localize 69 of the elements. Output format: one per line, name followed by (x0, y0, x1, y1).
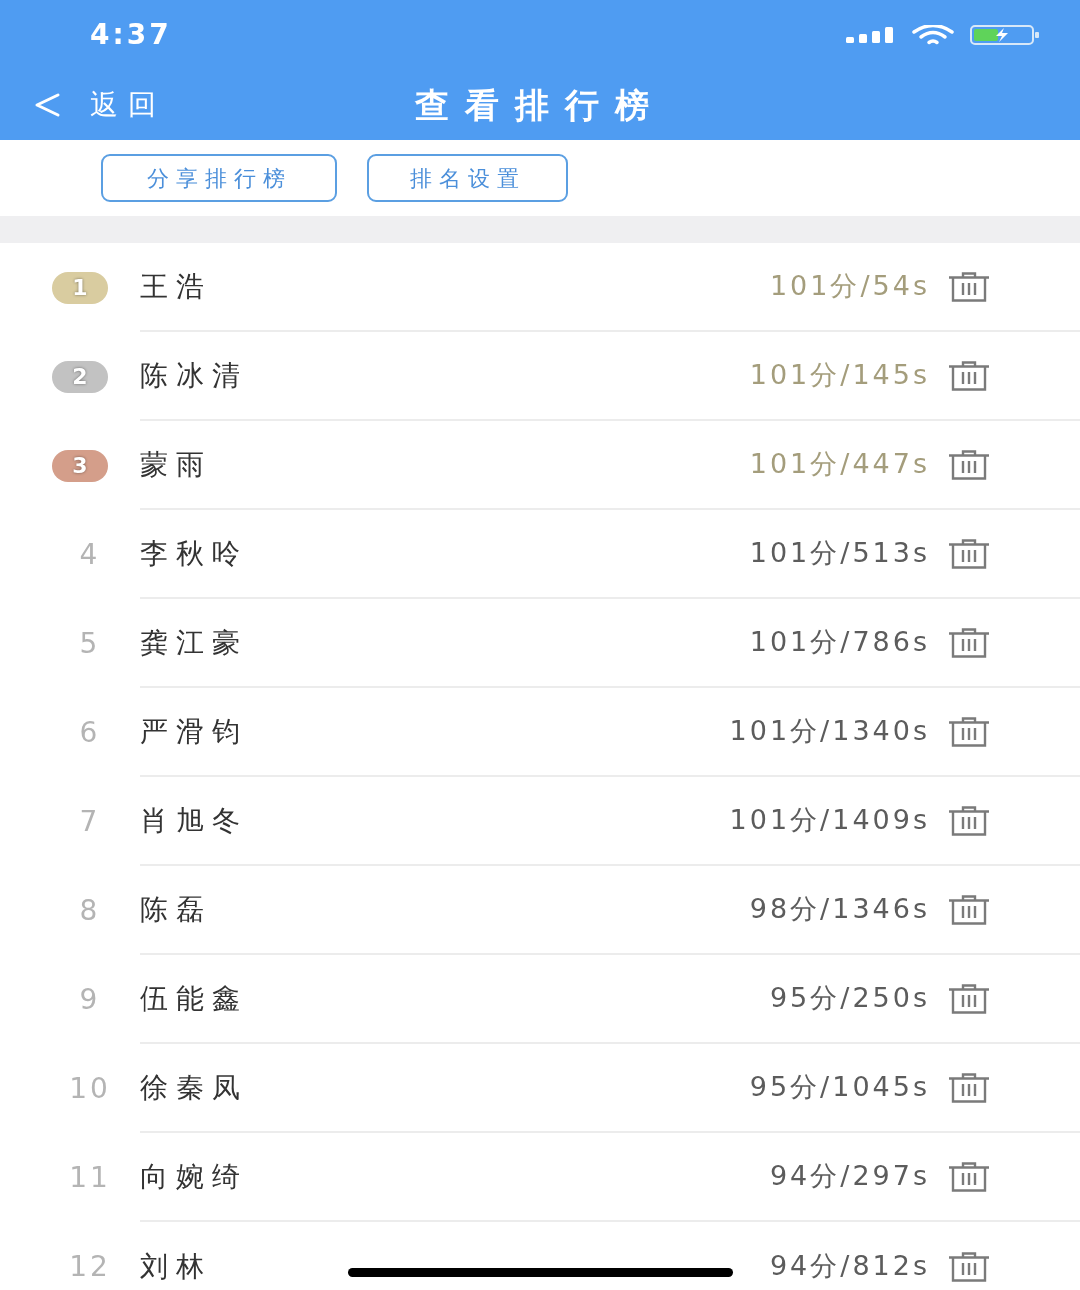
delete-button[interactable] (948, 627, 990, 658)
delete-button[interactable] (948, 894, 990, 925)
rank-number: 11 (69, 1159, 111, 1196)
page-title: 查看排行榜 (415, 83, 665, 127)
trash-icon (948, 627, 990, 658)
delete-button[interactable] (948, 805, 990, 836)
trash-icon (948, 360, 990, 391)
score-time: 98分/1346s (749, 892, 930, 927)
trash-icon (948, 983, 990, 1014)
trash-icon (948, 538, 990, 569)
trash-icon (948, 894, 990, 925)
player-name: 向婉绮 (140, 1158, 248, 1195)
player-name: 龚江豪 (140, 624, 248, 661)
delete-button[interactable] (948, 983, 990, 1014)
score-time: 95分/1045s (749, 1070, 930, 1105)
rank-number: 6 (79, 714, 101, 751)
status-time: 4:37 (90, 17, 172, 53)
medal-icon: 1 (52, 271, 108, 304)
trash-icon (948, 1072, 990, 1103)
medal-icon: 2 (52, 360, 108, 393)
score-time: 101分/145s (749, 358, 930, 393)
rank-number: 7 (79, 803, 101, 840)
trash-icon (948, 1251, 990, 1282)
player-name: 王浩 (140, 268, 212, 305)
score-time: 101分/1340s (729, 714, 930, 749)
score-time: 101分/54s (769, 269, 930, 304)
delete-button[interactable] (948, 360, 990, 391)
rank-number: 10 (69, 1070, 111, 1107)
delete-button[interactable] (948, 1161, 990, 1192)
score-time: 95分/250s (769, 981, 930, 1016)
medal-icon: 3 (52, 449, 108, 482)
delete-button[interactable] (948, 271, 990, 302)
player-name: 李秋呤 (140, 535, 248, 572)
player-name: 蒙雨 (140, 446, 212, 483)
rank-number: 8 (79, 892, 101, 929)
signal-icon (846, 27, 896, 43)
player-name: 肖旭冬 (140, 802, 248, 839)
score-time: 94分/812s (769, 1249, 930, 1284)
share-button[interactable]: 分享排行榜 (101, 154, 337, 202)
player-name: 刘林 (140, 1248, 212, 1285)
delete-button[interactable] (948, 449, 990, 480)
delete-button[interactable] (948, 716, 990, 747)
player-name: 陈磊 (140, 891, 212, 928)
rank-number: 9 (79, 981, 101, 1018)
player-name: 伍能鑫 (140, 980, 248, 1017)
back-button[interactable]: 返回 (0, 84, 166, 126)
wifi-icon (912, 25, 954, 45)
trash-icon (948, 1161, 990, 1192)
trash-icon (948, 805, 990, 836)
trash-icon (948, 716, 990, 747)
delete-button[interactable] (948, 1072, 990, 1103)
trash-icon (948, 449, 990, 480)
back-chevron-icon (34, 93, 60, 117)
player-name: 陈冰清 (140, 357, 248, 394)
score-time: 101分/447s (749, 447, 930, 482)
player-name: 徐秦凤 (140, 1069, 248, 1106)
score-time: 101分/1409s (729, 803, 930, 838)
rank-number: 4 (79, 536, 101, 573)
player-name: 严滑钧 (140, 713, 248, 750)
rank-number: 5 (79, 625, 101, 662)
score-time: 101分/786s (749, 625, 930, 660)
delete-button[interactable] (948, 1251, 990, 1282)
score-time: 101分/513s (749, 536, 930, 571)
score-time: 94分/297s (769, 1159, 930, 1194)
trash-icon (948, 271, 990, 302)
settings-button[interactable]: 排名设置 (367, 154, 568, 202)
delete-button[interactable] (948, 538, 990, 569)
rank-number: 12 (69, 1248, 111, 1285)
battery-charging-icon (970, 25, 1040, 45)
